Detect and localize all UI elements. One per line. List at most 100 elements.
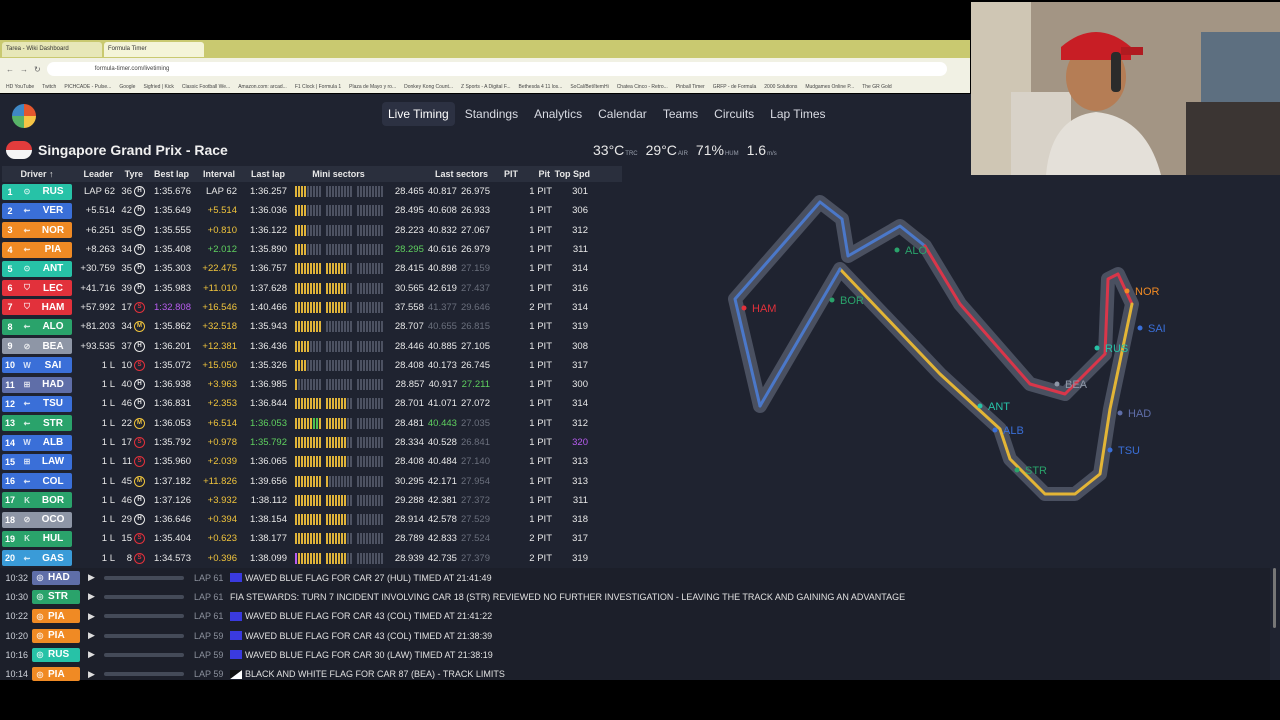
car-dot[interactable] [741, 305, 747, 311]
bookmark-item[interactable]: F1 Clock | Formula 1 [295, 84, 341, 90]
bookmark-item[interactable]: The GR Gold [862, 84, 891, 90]
col-top-speed[interactable]: Top Spd [552, 169, 592, 179]
audio-progress[interactable] [104, 633, 184, 638]
car-dot[interactable] [1014, 467, 1020, 473]
audio-progress[interactable] [104, 575, 184, 580]
table-row[interactable]: 13 ⇜ STR 1 L 22 M 1:36.053 +6.514 1:36.0… [2, 414, 622, 433]
driver-badge[interactable]: ◎ PIA [32, 667, 80, 682]
driver-badge[interactable]: 1 ⊙ RUS [2, 183, 72, 200]
driver-badge[interactable]: 16 ⇜ COL [2, 473, 72, 490]
address-bar[interactable]: formula-timer.com/livetiming [46, 62, 947, 76]
table-row[interactable]: 10 W SAI 1 L 10 S 1:35.072 +15.050 1:35.… [2, 356, 622, 375]
play-icon[interactable]: ▶ [88, 572, 98, 583]
table-row[interactable]: 17 K BOR 1 L 46 H 1:37.126 +3.932 1:38.1… [2, 491, 622, 510]
bookmark-item[interactable]: Classic Football We... [182, 84, 230, 90]
car-dot[interactable] [894, 247, 900, 253]
col-driver[interactable]: Driver ↑ [2, 169, 72, 179]
browser-tab[interactable]: Tarea - Wiki Dashboard [2, 41, 102, 57]
bookmark-item[interactable]: Donkey Kong Count... [404, 84, 453, 90]
bookmark-item[interactable]: Bethesda 4 11 los... [519, 84, 563, 90]
driver-badge[interactable]: 17 K BOR [2, 492, 72, 509]
table-row[interactable]: 12 ⇜ TSU 1 L 46 H 1:36.831 +2.353 1:36.8… [2, 394, 622, 413]
table-row[interactable]: 6 ⛉ LEC +41.716 39 H 1:35.983 +11.010 1:… [2, 278, 622, 297]
driver-badge[interactable]: ◎ STR [32, 589, 80, 604]
driver-badge[interactable]: 5 ⊙ ANT [2, 260, 72, 277]
table-row[interactable]: 20 ⇜ GAS 1 L 8 S 1:34.573 +0.396 1:38.09… [2, 549, 622, 568]
bookmark-item[interactable]: GRFP - de Formula [713, 84, 757, 90]
car-dot[interactable] [977, 403, 983, 409]
col-pit-count[interactable]: Pit [520, 169, 552, 179]
col-last-sectors[interactable]: Last sectors [390, 169, 490, 179]
table-row[interactable]: 7 ⛉ HAM +57.992 17 S 1:32.808 +16.546 1:… [2, 298, 622, 317]
driver-badge[interactable]: 7 ⛉ HAM [2, 299, 72, 316]
audio-progress[interactable] [104, 594, 184, 599]
table-row[interactable]: 4 ⇜ PIA +8.263 34 H 1:35.408 +2.012 1:35… [2, 240, 622, 259]
play-icon[interactable]: ▶ [88, 591, 98, 602]
table-row[interactable]: 19 K HUL 1 L 15 S 1:35.404 +0.623 1:38.1… [2, 529, 622, 548]
nav-circuits[interactable]: Circuits [708, 102, 760, 126]
app-logo[interactable] [12, 104, 36, 128]
play-icon[interactable]: ▶ [88, 649, 98, 660]
car-dot[interactable] [992, 427, 998, 433]
nav-live-timing[interactable]: Live Timing [382, 102, 455, 126]
col-best-lap[interactable]: Best lap [145, 169, 191, 179]
car-dot[interactable] [1137, 325, 1143, 331]
play-icon[interactable]: ▶ [88, 669, 98, 680]
audio-progress[interactable] [104, 614, 184, 619]
table-row[interactable]: 16 ⇜ COL 1 L 45 M 1:37.182 +11.826 1:39.… [2, 471, 622, 490]
table-row[interactable]: 11 ⊞ HAD 1 L 40 H 1:36.938 +3.963 1:36.9… [2, 375, 622, 394]
nav-standings[interactable]: Standings [459, 102, 524, 126]
bookmark-item[interactable]: Sigfried | Kick [143, 84, 173, 90]
driver-badge[interactable]: 9 ⊘ BEA [2, 338, 72, 355]
bookmark-item[interactable]: Chatea Cinco - Retro... [617, 84, 668, 90]
driver-badge[interactable]: ◎ PIA [32, 609, 80, 624]
car-dot[interactable] [1107, 447, 1113, 453]
driver-badge[interactable]: 14 W ALB [2, 434, 72, 451]
driver-badge[interactable]: 18 ⊘ OCO [2, 511, 72, 528]
driver-badge[interactable]: 12 ⇜ TSU [2, 395, 72, 412]
driver-badge[interactable]: ◎ HAD [32, 570, 80, 585]
table-row[interactable]: 2 ⇜ VER +5.514 42 H 1:35.649 +5.514 1:36… [2, 201, 622, 220]
race-control-scrollbar[interactable] [1273, 568, 1276, 628]
driver-badge[interactable]: 3 ⇜ NOR [2, 222, 72, 239]
back-icon[interactable]: ← [6, 65, 14, 74]
audio-progress[interactable] [104, 652, 184, 657]
driver-badge[interactable]: 8 ⇜ ALO [2, 318, 72, 335]
bookmark-item[interactable]: Z Sports - A Digital F... [461, 84, 510, 90]
forward-icon[interactable]: → [20, 65, 28, 74]
col-mini-sectors[interactable]: Mini sectors [287, 169, 390, 179]
driver-badge[interactable]: 6 ⛉ LEC [2, 280, 72, 297]
driver-badge[interactable]: 15 ⊞ LAW [2, 453, 72, 470]
play-icon[interactable]: ▶ [88, 611, 98, 622]
bookmark-item[interactable]: SoCal/Bet/ItemHi [570, 84, 608, 90]
nav-calendar[interactable]: Calendar [592, 102, 653, 126]
table-row[interactable]: 18 ⊘ OCO 1 L 29 H 1:36.646 +0.394 1:38.1… [2, 510, 622, 529]
driver-badge[interactable]: ◎ RUS [32, 647, 80, 662]
col-pit[interactable]: PIT [490, 169, 520, 179]
table-row[interactable]: 1 ⊙ RUS LAP 62 36 H 1:35.676 LAP 62 1:36… [2, 182, 622, 201]
table-row[interactable]: 15 ⊞ LAW 1 L 11 S 1:35.960 +2.039 1:36.0… [2, 452, 622, 471]
col-leader[interactable]: Leader [72, 169, 115, 179]
col-interval[interactable]: Interval [191, 169, 237, 179]
car-dot[interactable] [829, 297, 835, 303]
car-dot[interactable] [1094, 345, 1100, 351]
nav-teams[interactable]: Teams [657, 102, 704, 126]
bookmark-item[interactable]: Google [119, 84, 135, 90]
bookmark-item[interactable]: Twitch [42, 84, 56, 90]
browser-tab-active[interactable]: Formula Timer [104, 41, 204, 57]
bookmark-item[interactable]: Plaza de Mayo y ro... [349, 84, 396, 90]
driver-badge[interactable]: ◎ PIA [32, 628, 80, 643]
driver-badge[interactable]: 2 ⇜ VER [2, 202, 72, 219]
driver-badge[interactable]: 4 ⇜ PIA [2, 241, 72, 258]
bookmark-item[interactable]: PICHCADE - Pulse... [64, 84, 111, 90]
nav-lap-times[interactable]: Lap Times [764, 102, 831, 126]
bookmark-item[interactable]: Mudgames Online P... [805, 84, 854, 90]
bookmark-item[interactable]: 2000 Solutions [764, 84, 797, 90]
play-icon[interactable]: ▶ [88, 630, 98, 641]
car-dot[interactable] [1117, 410, 1123, 416]
col-last-lap[interactable]: Last lap [237, 169, 287, 179]
reload-icon[interactable]: ↻ [34, 65, 41, 74]
table-row[interactable]: 3 ⇜ NOR +6.251 35 H 1:35.555 +0.810 1:36… [2, 221, 622, 240]
car-dot[interactable] [1054, 381, 1060, 387]
driver-badge[interactable]: 11 ⊞ HAD [2, 376, 72, 393]
